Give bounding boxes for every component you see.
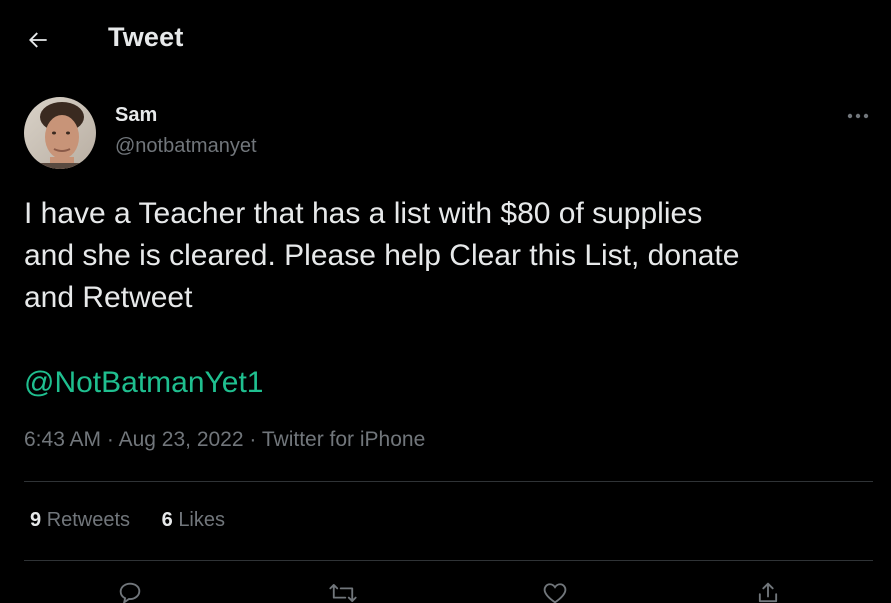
retweets-count: 9 [30,509,42,531]
divider [24,560,873,561]
likes-label: Likes [178,509,226,531]
share-icon [758,582,778,603]
more-button[interactable] [840,104,876,128]
likes-count: 6 [161,509,173,531]
more-horizontal-icon [847,113,869,119]
tweet-date[interactable]: Aug 23, 2022 [119,428,244,451]
retweet-icon [329,584,357,602]
reply-button[interactable] [113,579,147,603]
mention-link[interactable]: @NotBatmanYet1 [24,362,264,404]
avatar-image [24,97,96,169]
share-button[interactable] [751,579,785,603]
like-button[interactable] [538,579,572,603]
tweet-metadata: 6:43 AM · Aug 23, 2022 · Twitter for iPh… [24,428,425,452]
retweet-button[interactable] [326,579,360,603]
tweet-time[interactable]: 6:43 AM [24,428,101,451]
tweet-stats: 9 Retweets 6 Likes [30,509,251,532]
author-handle[interactable]: @notbatmanyet [115,135,257,158]
tweet-text: I have a Teacher that has a list with $8… [24,197,740,314]
avatar[interactable] [24,97,96,169]
author-name[interactable]: Sam [115,104,157,127]
reply-icon [119,582,141,603]
tweet-actions [0,575,891,603]
likes-stat[interactable]: 6 Likes [162,509,225,532]
back-button[interactable] [18,20,58,60]
tweet-source[interactable]: Twitter for iPhone [262,428,425,451]
page-title: Tweet [108,22,184,52]
retweets-label: Retweets [46,509,131,531]
tweet-page: Tweet Sam @notbatmanyet I have a Teacher… [0,0,891,603]
meta-separator: · [106,428,114,451]
heart-icon [543,583,567,603]
meta-separator: · [249,428,257,451]
arrow-left-icon [29,32,47,48]
divider [24,481,873,482]
retweets-stat[interactable]: 9 Retweets [30,509,130,532]
header: Tweet [0,0,891,80]
